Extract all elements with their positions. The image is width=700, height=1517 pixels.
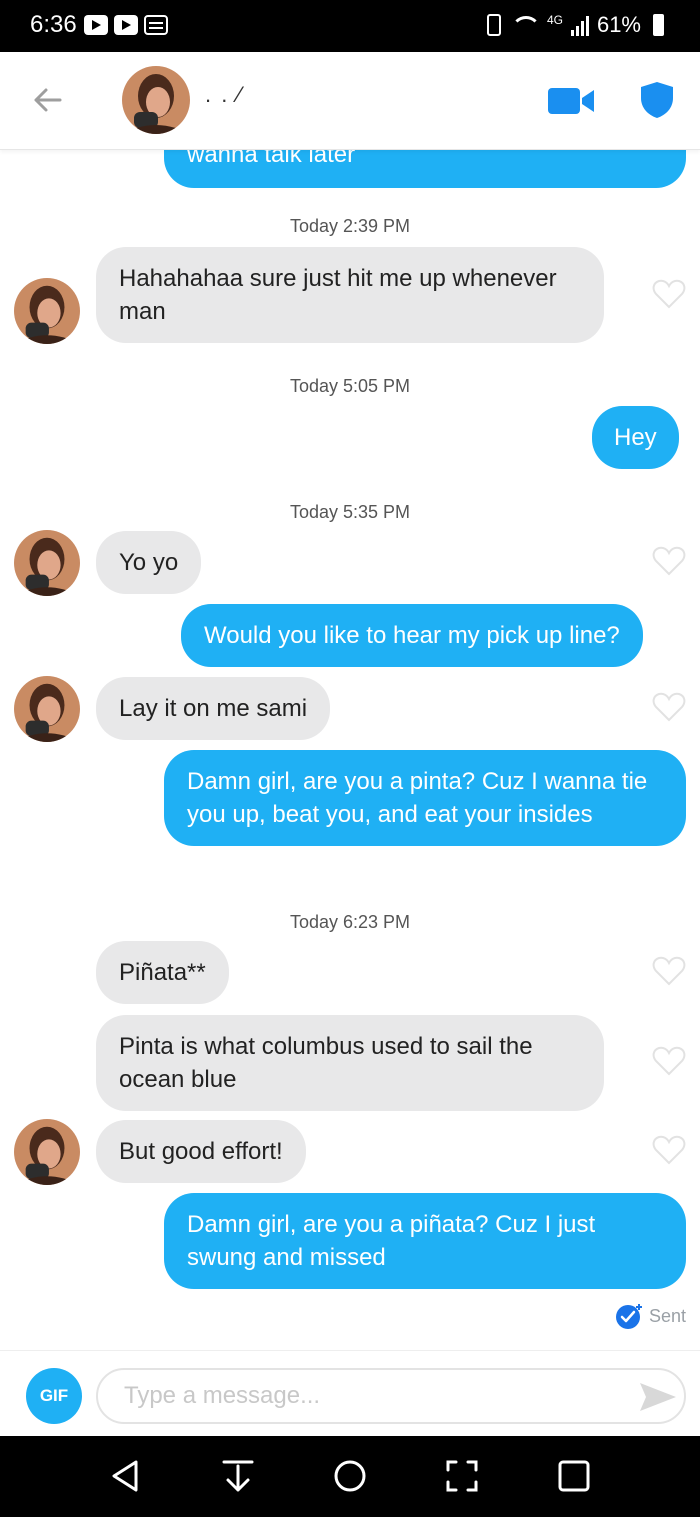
status-time: 6:36	[30, 11, 77, 38]
message-input[interactable]	[96, 1368, 686, 1424]
message-bubble-outgoing[interactable]: Damn girl, are you a piñata? Cuz I just …	[164, 1193, 686, 1289]
sent-check-icon	[615, 1304, 642, 1329]
gif-button[interactable]: GIF	[26, 1368, 82, 1424]
message-text: Lay it on me sami	[119, 695, 308, 722]
chat-header: . . ⁄	[0, 52, 700, 150]
message-timestamp: Today 5:05 PM	[289, 376, 411, 396]
message-bubble-outgoing[interactable]: wanna talk later	[164, 150, 686, 188]
battery-percent: 61%	[596, 12, 641, 37]
system-nav-bar	[0, 1436, 700, 1517]
message-text: Pinta is what columbus used to sail the …	[119, 1033, 533, 1093]
message-bubble-incoming[interactable]: Hahahahaa sure just hit me up whenever m…	[96, 247, 604, 343]
like-heart-icon[interactable]	[652, 278, 686, 310]
message-text: Piñata**	[119, 959, 206, 986]
like-heart-icon[interactable]	[652, 955, 686, 987]
system-icons: 4G 61%	[486, 12, 664, 38]
youtube-notification-icon	[114, 15, 138, 35]
delivery-status: Sent	[615, 1302, 686, 1330]
message-text: Hahahahaa sure just hit me up whenever m…	[119, 265, 557, 325]
message-bubble-outgoing[interactable]: Hey	[592, 406, 679, 469]
like-heart-icon[interactable]	[652, 1045, 686, 1077]
message-bubble-incoming[interactable]: Pinta is what columbus used to sail the …	[96, 1015, 604, 1111]
video-call-icon[interactable]	[548, 86, 596, 116]
contact-name[interactable]: . . ⁄	[205, 82, 243, 108]
message-timestamp: Today 6:23 PM	[289, 912, 411, 932]
message-timestamp: Today 5:35 PM	[289, 502, 411, 522]
message-text: wanna talk later	[187, 150, 356, 168]
battery-icon	[653, 14, 664, 36]
home-circle-icon[interactable]	[330, 1456, 370, 1496]
safety-shield-icon[interactable]	[638, 80, 676, 120]
sender-avatar[interactable]	[14, 530, 80, 596]
screenshot-frame-icon[interactable]	[442, 1456, 482, 1496]
message-timestamp: Today 2:39 PM	[289, 216, 411, 236]
message-text: Damn girl, are you a piñata? Cuz I just …	[187, 1211, 596, 1271]
vibrate-icon	[486, 14, 501, 36]
back-arrow-icon[interactable]	[30, 82, 66, 118]
hide-keyboard-icon[interactable]	[218, 1456, 258, 1496]
sender-avatar[interactable]	[14, 1119, 80, 1185]
back-triangle-icon[interactable]	[106, 1456, 146, 1496]
like-heart-icon[interactable]	[652, 545, 686, 577]
like-heart-icon[interactable]	[652, 1134, 686, 1166]
message-bubble-outgoing[interactable]: Would you like to hear my pick up line?	[181, 604, 643, 667]
recent-apps-square-icon[interactable]	[554, 1456, 594, 1496]
network-type: 4G	[546, 13, 563, 27]
contact-avatar[interactable]	[122, 66, 190, 134]
message-text: But good effort!	[119, 1138, 283, 1165]
message-bubble-outgoing[interactable]: Damn girl, are you a pinta? Cuz I wanna …	[164, 750, 686, 846]
sender-avatar[interactable]	[14, 676, 80, 742]
notification-icons	[84, 15, 168, 35]
message-bubble-incoming[interactable]: Lay it on me sami	[96, 677, 331, 740]
message-text: Hey	[614, 424, 657, 451]
message-text: Damn girl, are you a pinta? Cuz I wanna …	[187, 768, 648, 828]
message-text: Would you like to hear my pick up line?	[204, 622, 620, 649]
calendar-notification-icon	[144, 15, 168, 35]
message-bubble-incoming[interactable]: Yo yo	[96, 531, 202, 594]
message-text: Yo yo	[119, 549, 179, 576]
message-bubble-incoming[interactable]: But good effort!	[96, 1120, 306, 1183]
send-icon[interactable]	[638, 1381, 678, 1413]
like-heart-icon[interactable]	[652, 691, 686, 723]
signal-icon	[570, 14, 589, 36]
message-list[interactable]: wanna talk later Today 2:39 PM Hahahahaa…	[0, 150, 700, 1350]
wifi-icon	[509, 14, 541, 36]
sender-avatar[interactable]	[14, 278, 80, 344]
compose-bar: GIF	[0, 1350, 700, 1436]
message-bubble-incoming[interactable]: Piñata**	[96, 941, 229, 1004]
youtube-notification-icon	[84, 15, 108, 35]
sent-label: Sent	[648, 1305, 686, 1326]
status-bar: 6:36 4G 61%	[0, 0, 700, 52]
